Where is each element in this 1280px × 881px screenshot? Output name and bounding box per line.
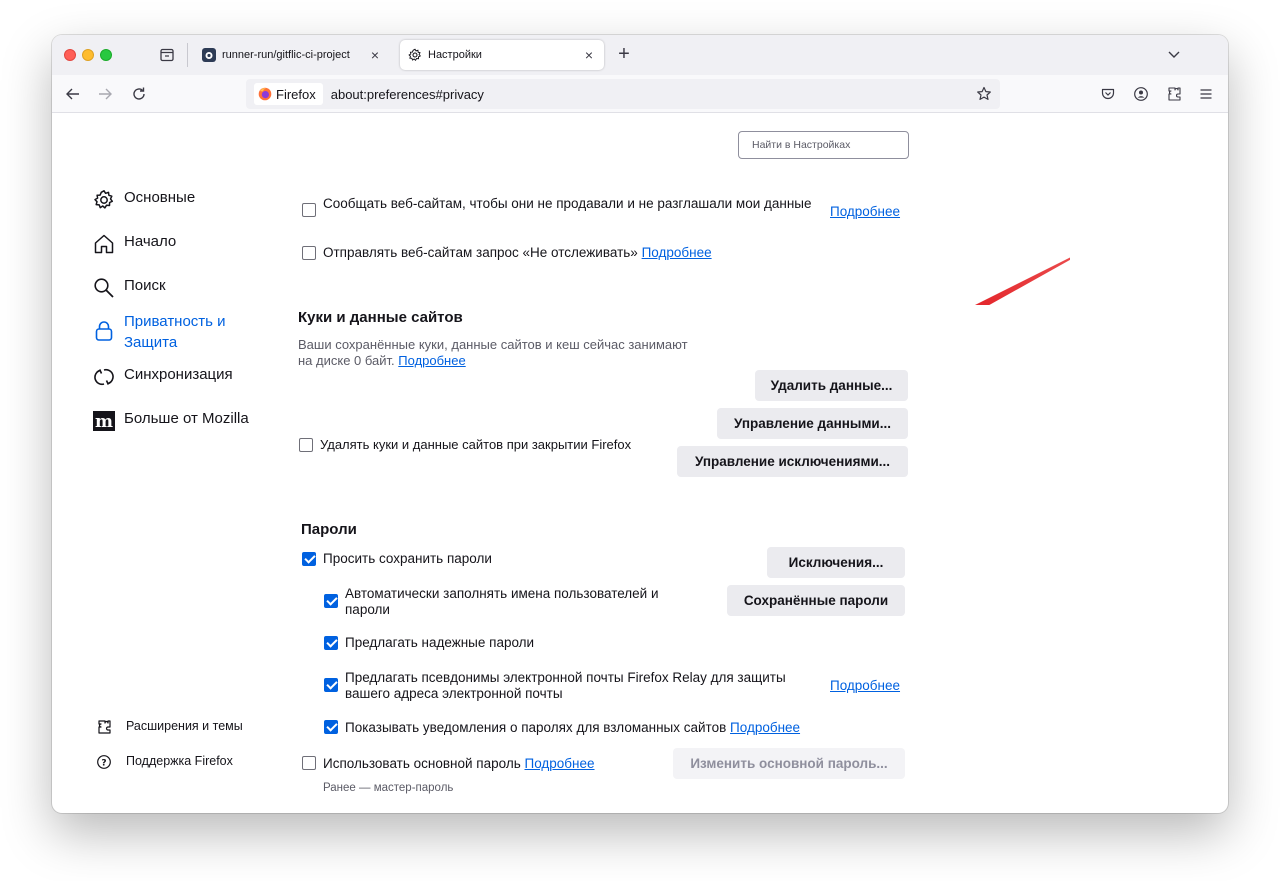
url-bar[interactable]: Firefox about:preferences#privacy bbox=[246, 79, 1000, 109]
change-primary-password-button[interactable]: Изменить основной пароль... bbox=[673, 748, 905, 779]
gear-icon bbox=[94, 190, 114, 209]
browser-window: runner-run/gitflic-ci-project × Настройк… bbox=[52, 35, 1228, 813]
delete-on-close-label: Удалять куки и данные сайтов при закрыти… bbox=[320, 437, 632, 452]
cookies-description-text: Ваши сохранённые куки, данные сайтов и к… bbox=[298, 337, 688, 368]
sidebar-item-search[interactable]: Поиск bbox=[93, 277, 166, 299]
cookies-learn-more-link[interactable]: Подробнее bbox=[398, 353, 465, 368]
sidebar-item-label: Поиск bbox=[124, 277, 166, 294]
ask-save-passwords-label: Просить сохранить пароли bbox=[323, 551, 492, 566]
tab-title: Настройки bbox=[428, 49, 482, 61]
extensions-puzzle-icon bbox=[98, 720, 111, 734]
lock-icon bbox=[95, 321, 113, 341]
sidebar-item-label: Больше от Mozilla bbox=[124, 410, 249, 427]
breach-learn-more-link[interactable]: Подробнее bbox=[730, 720, 800, 735]
primary-password-checkbox[interactable] bbox=[302, 756, 316, 770]
identity-box[interactable]: Firefox bbox=[254, 83, 323, 105]
tab-strip: runner-run/gitflic-ci-project × Настройк… bbox=[52, 35, 1228, 75]
new-tab-button[interactable]: + bbox=[612, 43, 636, 67]
pocket-icon[interactable] bbox=[1100, 86, 1116, 102]
identity-label: Firefox bbox=[276, 86, 316, 102]
gear-icon bbox=[408, 48, 422, 61]
search-input[interactable]: Найти в Настройках bbox=[738, 131, 909, 159]
sidebar-link-extensions[interactable]: Расширения и темы bbox=[96, 719, 243, 735]
tab-gitflic[interactable]: runner-run/gitflic-ci-project × bbox=[194, 40, 390, 70]
tab-settings[interactable]: Настройки × bbox=[400, 40, 604, 70]
url-text[interactable]: about:preferences#privacy bbox=[331, 87, 484, 102]
account-icon[interactable] bbox=[1133, 86, 1149, 102]
dnt-checkbox[interactable] bbox=[302, 246, 316, 260]
search-icon bbox=[94, 278, 114, 298]
close-window-button[interactable] bbox=[64, 49, 76, 61]
sidebar-item-privacy[interactable]: Приватность и Защита bbox=[93, 311, 254, 353]
autofill-label: Автоматически заполнять имена пользовате… bbox=[345, 586, 659, 617]
relay-learn-more-link[interactable]: Подробнее bbox=[830, 678, 900, 693]
help-icon: ? bbox=[97, 755, 111, 769]
dnt-learn-more-link[interactable]: Подробнее bbox=[642, 245, 712, 260]
sidebar-item-label: Основные bbox=[124, 189, 196, 206]
cookies-description: Ваши сохранённые куки, данные сайтов и к… bbox=[298, 337, 698, 369]
sidebar-item-more-from-mozilla[interactable]: m Больше от Mozilla bbox=[93, 410, 249, 432]
home-icon bbox=[94, 234, 114, 254]
chevron-down-icon[interactable] bbox=[1166, 46, 1182, 62]
back-arrow-icon[interactable] bbox=[64, 85, 82, 103]
manage-data-button[interactable]: Управление данными... bbox=[717, 408, 908, 439]
clear-data-button[interactable]: Удалить данные... bbox=[755, 370, 908, 401]
sidebar-item-label: Начало bbox=[124, 233, 177, 250]
reload-icon[interactable] bbox=[130, 85, 148, 103]
svg-text:m: m bbox=[95, 412, 113, 432]
primary-password-learn-more-link[interactable]: Подробнее bbox=[525, 756, 595, 771]
dnt-label-text: Отправлять веб-сайтам запрос «Не отслежи… bbox=[323, 245, 638, 260]
relay-checkbox[interactable] bbox=[324, 678, 338, 692]
firefox-logo-icon bbox=[258, 87, 272, 101]
mozilla-m-icon: m bbox=[93, 411, 115, 432]
delete-on-close-checkbox[interactable] bbox=[299, 438, 313, 452]
breach-alerts-label: Показывать уведомления о паролях для взл… bbox=[345, 720, 800, 736]
sidebar-item-home[interactable]: Начало bbox=[93, 233, 176, 255]
relay-label: Предлагать псевдонимы электронной почты … bbox=[345, 670, 786, 701]
password-exceptions-button[interactable]: Исключения... bbox=[767, 547, 905, 578]
sidebar-item-label: Синхронизация bbox=[124, 366, 233, 383]
sidebar-item-general[interactable]: Основные bbox=[93, 189, 195, 211]
firefox-view-icon[interactable] bbox=[159, 47, 175, 63]
gitflic-favicon-icon bbox=[202, 48, 216, 62]
menu-hamburger-icon[interactable] bbox=[1198, 86, 1214, 102]
suggest-passwords-checkbox[interactable] bbox=[324, 636, 338, 650]
sidebar-link-support[interactable]: ? Поддержка Firefox bbox=[96, 754, 233, 770]
breach-alerts-checkbox[interactable] bbox=[324, 720, 338, 734]
sidebar-item-label: Приватность и Защита bbox=[124, 313, 226, 351]
tab-separator bbox=[187, 43, 188, 67]
primary-password-label-text: Использовать основной пароль bbox=[323, 756, 521, 771]
zoom-window-button[interactable] bbox=[100, 49, 112, 61]
forward-arrow-icon[interactable] bbox=[96, 85, 114, 103]
breach-alerts-label-text: Показывать уведомления о паролях для взл… bbox=[345, 720, 727, 735]
manage-exceptions-button[interactable]: Управление исключениями... bbox=[677, 446, 908, 477]
tab-title: runner-run/gitflic-ci-project bbox=[222, 49, 350, 61]
primary-password-label: Использовать основной пароль Подробнее bbox=[323, 756, 595, 772]
saved-passwords-button[interactable]: Сохранённые пароли bbox=[727, 585, 905, 616]
sidebar-link-label: Поддержка Firefox bbox=[126, 754, 233, 768]
ask-save-passwords-checkbox[interactable] bbox=[302, 552, 316, 566]
minimize-window-button[interactable] bbox=[82, 49, 94, 61]
navigation-toolbar: Firefox about:preferences#privacy bbox=[52, 75, 1228, 113]
primary-password-note: Ранее — мастер-пароль bbox=[323, 782, 454, 794]
tab-close-icon[interactable]: × bbox=[582, 47, 596, 63]
sidebar-link-label: Расширения и темы bbox=[126, 719, 243, 733]
gpc-checkbox[interactable] bbox=[302, 203, 316, 217]
suggest-passwords-label: Предлагать надежные пароли bbox=[345, 635, 535, 650]
gpc-label: Сообщать веб-сайтам, чтобы они не продав… bbox=[323, 196, 812, 211]
bookmark-star-icon[interactable] bbox=[976, 86, 992, 102]
cookies-heading: Куки и данные сайтов bbox=[298, 309, 463, 326]
svg-text:?: ? bbox=[101, 759, 106, 769]
annotation-arrow-icon bbox=[975, 257, 1070, 305]
autofill-checkbox[interactable] bbox=[324, 594, 338, 608]
passwords-heading: Пароли bbox=[301, 521, 357, 538]
tab-close-icon[interactable]: × bbox=[368, 47, 382, 63]
extensions-puzzle-icon[interactable] bbox=[1166, 86, 1182, 102]
sync-icon bbox=[94, 368, 114, 386]
dnt-label: Отправлять веб-сайтам запрос «Не отслежи… bbox=[323, 245, 712, 261]
sidebar-item-sync[interactable]: Синхронизация bbox=[93, 366, 233, 388]
